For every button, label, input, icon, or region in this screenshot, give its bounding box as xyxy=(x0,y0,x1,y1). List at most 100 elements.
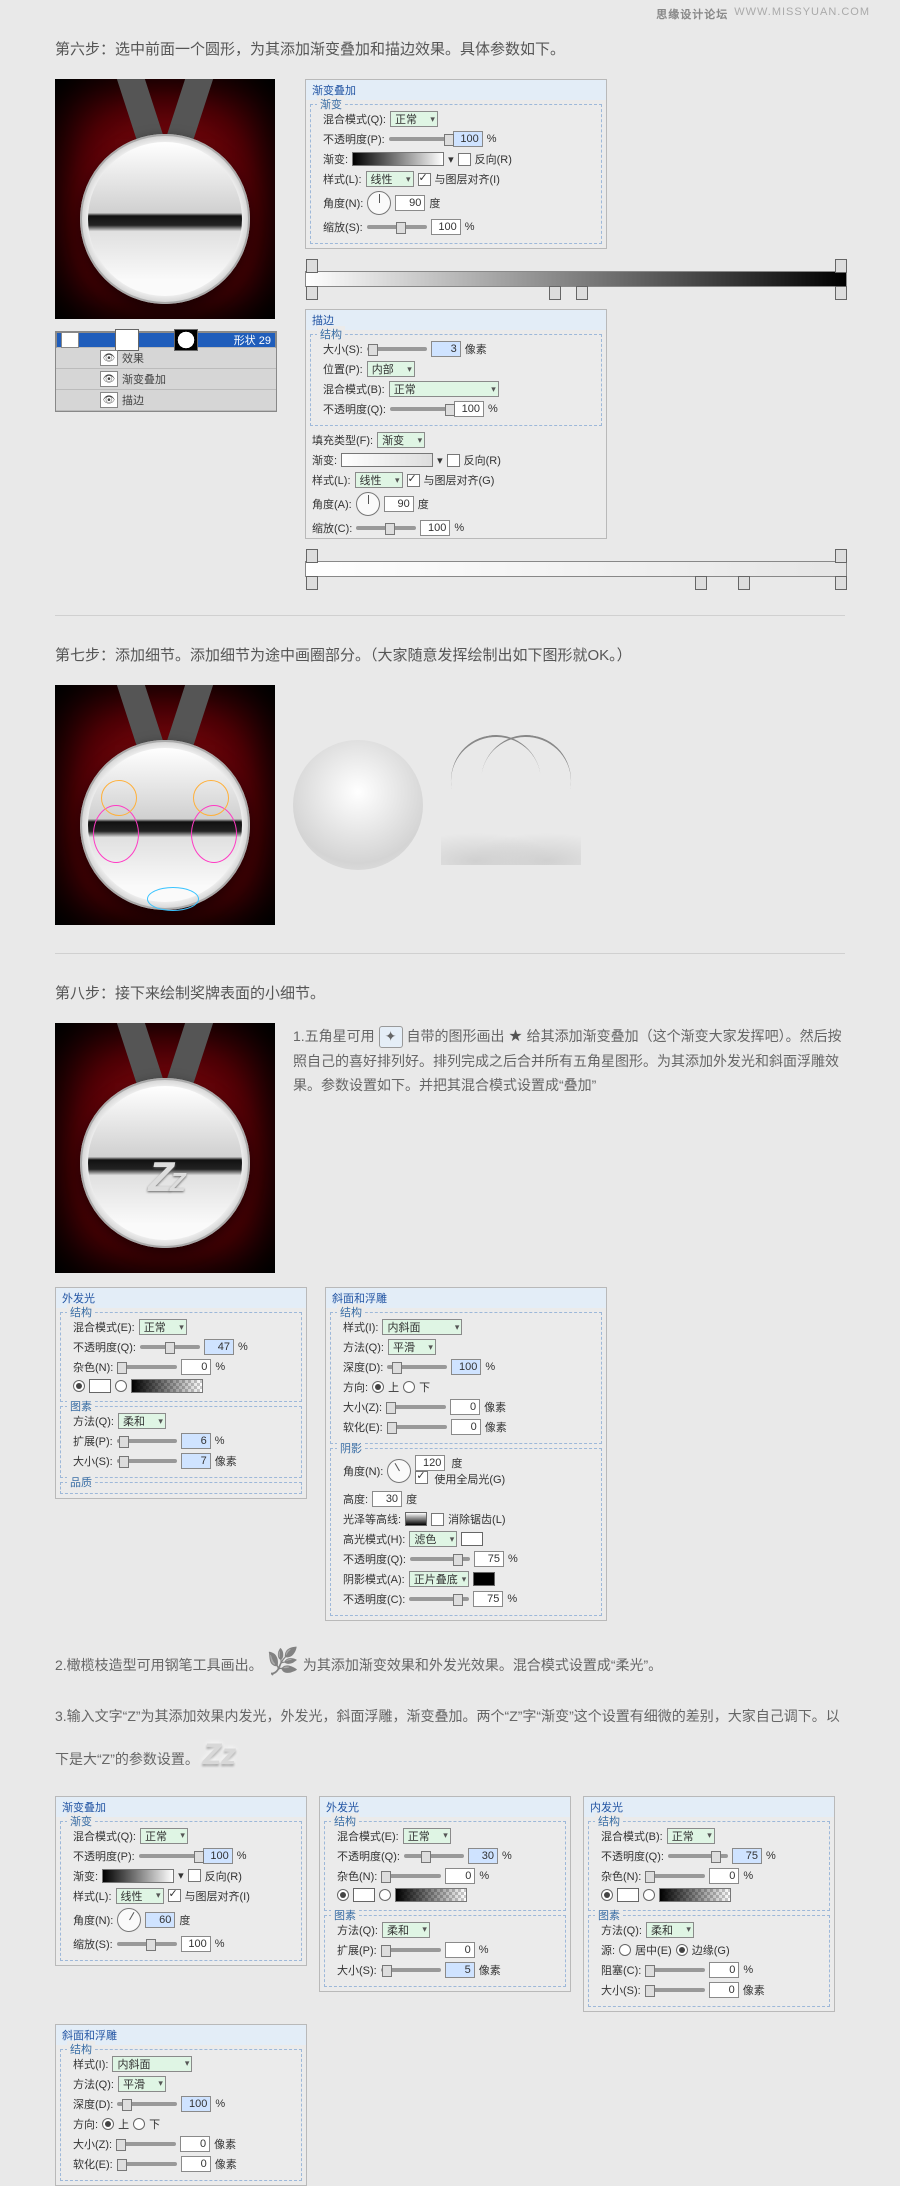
opacity-slider[interactable] xyxy=(390,407,450,411)
noise-input[interactable]: 0 xyxy=(709,1868,739,1884)
fill-type-select[interactable]: 渐变▾ xyxy=(377,432,425,448)
layer-shape29[interactable]: 👁 形状 29 xyxy=(56,332,276,348)
stroke-gradient-swatch[interactable] xyxy=(341,453,433,467)
fx-stroke[interactable]: 👁 描边 xyxy=(56,390,276,411)
size-slider[interactable] xyxy=(367,347,427,351)
visibility-icon[interactable]: 👁 xyxy=(100,350,118,366)
gradient-editor-2[interactable] xyxy=(305,551,845,587)
scale-input[interactable]: 100 xyxy=(431,219,461,235)
gradient-swatch[interactable] xyxy=(395,1888,467,1902)
dir-up-radio[interactable] xyxy=(372,1381,384,1393)
choke-input[interactable]: 0 xyxy=(709,1962,739,1978)
gradient-swatch[interactable] xyxy=(659,1888,731,1902)
noise-slider[interactable] xyxy=(117,1365,177,1369)
angle-input[interactable]: 90 xyxy=(384,496,414,512)
fx-grad-overlay[interactable]: 👁 渐变叠加 xyxy=(56,369,276,390)
soft-slider[interactable] xyxy=(117,2162,177,2166)
highlight-opacity-slider[interactable] xyxy=(410,1557,470,1561)
blend-select[interactable]: 正常▾ xyxy=(139,1319,187,1335)
spread-input[interactable]: 0 xyxy=(445,1942,475,1958)
color-radio[interactable] xyxy=(601,1889,613,1901)
soft-input[interactable]: 0 xyxy=(451,1419,481,1435)
opacity-input[interactable]: 100 xyxy=(203,1848,233,1864)
style-select[interactable]: 线性▾ xyxy=(116,1888,164,1904)
gradient-radio[interactable] xyxy=(643,1889,655,1901)
angle-dial[interactable] xyxy=(117,1908,141,1932)
noise-slider[interactable] xyxy=(381,1874,441,1878)
soft-slider[interactable] xyxy=(387,1425,447,1429)
blend-select[interactable]: 正常▾ xyxy=(667,1828,715,1844)
reverse-checkbox[interactable] xyxy=(458,153,471,166)
scale-slider[interactable] xyxy=(356,526,416,530)
shadow-color[interactable] xyxy=(473,1572,495,1586)
blend-select[interactable]: 正常▾ xyxy=(140,1828,188,1844)
highlight-mode-select[interactable]: 滤色▾ xyxy=(409,1531,457,1547)
angle-dial[interactable] xyxy=(367,191,391,215)
gradient-swatch[interactable] xyxy=(352,152,444,166)
depth-input[interactable]: 100 xyxy=(451,1359,481,1375)
soft-input[interactable]: 0 xyxy=(181,2156,211,2172)
color-swatch[interactable] xyxy=(89,1379,111,1393)
color-swatch[interactable] xyxy=(617,1888,639,1902)
size-input[interactable]: 0 xyxy=(709,1982,739,1998)
shadow-opacity-slider[interactable] xyxy=(409,1597,469,1601)
dir-down-radio[interactable] xyxy=(133,2118,145,2130)
highlight-opacity-input[interactable]: 75 xyxy=(474,1551,504,1567)
size-slider[interactable] xyxy=(645,1988,705,1992)
opacity-input[interactable]: 100 xyxy=(453,131,483,147)
size-slider[interactable] xyxy=(386,1405,446,1409)
depth-slider[interactable] xyxy=(117,2102,177,2106)
noise-slider[interactable] xyxy=(645,1874,705,1878)
angle-dial[interactable] xyxy=(356,492,380,516)
blend-select[interactable]: 正常▾ xyxy=(403,1828,451,1844)
dir-up-radio[interactable] xyxy=(102,2118,114,2130)
opacity-slider[interactable] xyxy=(139,1854,199,1858)
depth-input[interactable]: 100 xyxy=(181,2096,211,2112)
gradient-swatch[interactable] xyxy=(102,1869,174,1883)
highlight-color[interactable] xyxy=(461,1532,483,1546)
size-input[interactable]: 0 xyxy=(450,1399,480,1415)
noise-input[interactable]: 0 xyxy=(445,1868,475,1884)
spread-slider[interactable] xyxy=(381,1948,441,1952)
gloss-contour[interactable] xyxy=(405,1512,427,1526)
src-edge-radio[interactable] xyxy=(676,1944,688,1956)
shadow-mode-select[interactable]: 正片叠底▾ xyxy=(409,1571,470,1587)
align-checkbox[interactable] xyxy=(418,173,431,186)
gradient-editor-1[interactable] xyxy=(305,261,845,297)
size-input[interactable]: 5 xyxy=(445,1962,475,1978)
size-input[interactable]: 3 xyxy=(431,341,461,357)
tech-select[interactable]: 柔和▾ xyxy=(646,1922,694,1938)
gradient-swatch[interactable] xyxy=(131,1379,203,1393)
altitude-input[interactable]: 30 xyxy=(372,1491,402,1507)
align-checkbox[interactable] xyxy=(407,474,420,487)
src-center-radio[interactable] xyxy=(619,1944,631,1956)
opacity-input[interactable]: 75 xyxy=(732,1848,762,1864)
tech-select[interactable]: 平滑▾ xyxy=(388,1339,436,1355)
opacity-input[interactable]: 47 xyxy=(204,1339,234,1355)
style-select[interactable]: 线性▾ xyxy=(355,472,403,488)
size-input[interactable]: 0 xyxy=(180,2136,210,2152)
scale-slider[interactable] xyxy=(117,1942,177,1946)
opacity-slider[interactable] xyxy=(404,1854,464,1858)
reverse-checkbox[interactable] xyxy=(447,454,460,467)
tech-select[interactable]: 柔和▾ xyxy=(382,1922,430,1938)
size-slider[interactable] xyxy=(117,1459,177,1463)
angle-input[interactable]: 60 xyxy=(145,1912,175,1928)
angle-input[interactable]: 90 xyxy=(395,195,425,211)
color-swatch[interactable] xyxy=(353,1888,375,1902)
size-slider[interactable] xyxy=(116,2142,176,2146)
spread-slider[interactable] xyxy=(117,1439,177,1443)
size-slider[interactable] xyxy=(381,1968,441,1972)
tech-select[interactable]: 柔和▾ xyxy=(118,1413,166,1429)
opacity-slider[interactable] xyxy=(140,1345,200,1349)
visibility-icon[interactable]: 👁 xyxy=(100,392,118,408)
tech-select[interactable]: 平滑▾ xyxy=(118,2076,166,2092)
opacity-slider[interactable] xyxy=(389,137,449,141)
opacity-slider[interactable] xyxy=(668,1854,728,1858)
custom-shape-tool-icon[interactable]: ✦ xyxy=(379,1026,403,1048)
scale-input[interactable]: 100 xyxy=(420,520,450,536)
visibility-icon[interactable]: 👁 xyxy=(100,371,118,387)
style-select[interactable]: 线性▾ xyxy=(366,171,414,187)
visibility-icon[interactable]: 👁 xyxy=(61,332,79,348)
blend-select[interactable]: 正常▾ xyxy=(389,381,499,397)
